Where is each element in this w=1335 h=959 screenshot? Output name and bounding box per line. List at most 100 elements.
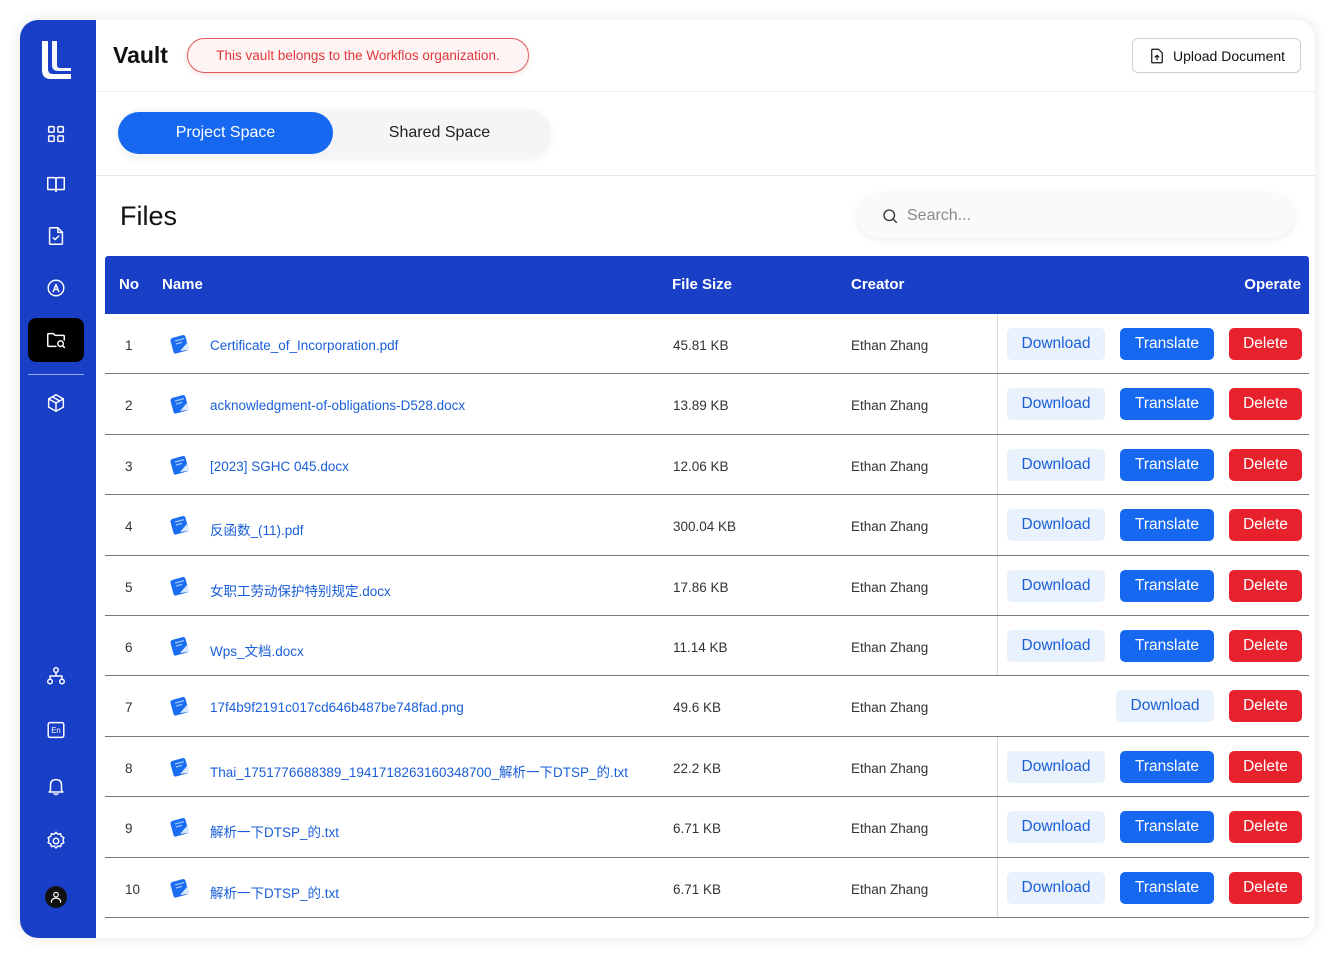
translate-button[interactable]: Translate [1120,871,1214,904]
file-name-link[interactable]: acknowledgment-of-obligations-D528.docx [210,398,465,413]
file-size: 6.71 KB [673,821,722,837]
file-name-link[interactable]: Thai_1751776688389_1941718263160348700_解… [210,761,628,781]
download-button[interactable]: Download [1007,871,1105,904]
file-name-link[interactable]: [2023] SGHC 045.docx [210,459,349,474]
translate-button[interactable]: Translate [1120,629,1214,662]
table-row: 9 解析一下DTSP_的.txt 6.71 KB Ethan Zhang Downloa… [105,797,1309,858]
download-button[interactable]: Download [1007,750,1105,783]
file-name-link[interactable]: Wps_文档.docx [210,640,304,660]
translate-button[interactable]: Translate [1120,569,1214,602]
document-icon [48,227,64,245]
org-chart-icon [47,667,65,685]
table-row: 5 女职工劳动保护特别规定.docx 17.86 KB Ethan Zhang Down… [105,555,1309,616]
delete-button[interactable]: Delete [1229,629,1302,662]
row-number: 7 [125,700,133,716]
delete-button[interactable]: Delete [1229,509,1302,542]
space-tabs: Project Space Shared Space [117,109,551,158]
file-creator: Ethan Zhang [851,398,929,414]
row-number: 6 [125,639,133,655]
column-separator [997,495,998,555]
table-body: 1 Certificate_of_Incorporation.pdf 45.81 K… [105,314,1309,918]
translate-button[interactable]: Translate [1120,509,1214,542]
sidebar-divider [28,374,84,375]
row-number: 5 [125,579,133,595]
delete-button[interactable]: Delete [1229,690,1302,723]
logo-l-icon[interactable] [39,39,73,81]
delete-button[interactable]: Delete [1229,448,1302,481]
en-icon: En [47,721,65,739]
row-number: 1 [125,338,133,353]
sidebar-item-language[interactable]: En [28,708,84,752]
tab-shared-space[interactable]: Shared Space [332,112,547,154]
tab-project-space[interactable]: Project Space [118,112,333,154]
page-header: Vault This vault belongs to the Workflos… [96,20,1315,92]
translate-button[interactable]: Translate [1120,388,1214,421]
upload-document-label: Upload Document [1172,47,1286,64]
upload-document-button[interactable]: Upload Document [1132,38,1301,73]
sidebar-item-notifications[interactable] [28,764,84,808]
grid-icon [47,125,65,143]
file-name-link[interactable]: 反函数_(11).pdf [210,519,304,539]
download-button[interactable]: Download [1007,448,1105,481]
column-separator [997,797,998,857]
sidebar-item-settings[interactable] [28,819,84,863]
translate-a-icon [47,279,65,297]
file-name-link[interactable]: 解析一下DTSP_的.txt [210,821,339,841]
file-creator: Ethan Zhang [851,458,929,474]
sidebar-item-organization[interactable] [28,654,84,698]
sidebar-item-vault[interactable] [28,318,84,362]
translate-button[interactable]: Translate [1120,750,1214,783]
column-separator [997,314,998,374]
file-size: 13.89 KB [673,398,729,414]
download-button[interactable]: Download [1007,629,1105,662]
delete-button[interactable]: Delete [1229,871,1302,904]
sidebar-item-packages[interactable] [28,381,84,425]
translate-button[interactable]: Translate [1120,448,1214,481]
file-size: 12.06 KB [673,458,729,474]
sidebar-item-translate[interactable] [28,266,84,310]
file-name-link[interactable]: 17f4b9f2191c017cd646b487be748fad.png [210,700,464,715]
delete-button[interactable]: Delete [1229,569,1302,602]
download-button[interactable]: Download [1007,509,1105,542]
search-input[interactable] [907,206,1267,225]
sidebar-item-library[interactable] [28,162,84,206]
sidebar-item-profile[interactable] [28,875,84,919]
table-row: 6 Wps_文档.docx 11.14 KB Ethan Zhang Download T… [105,615,1309,677]
column-header-file-size: File Size [672,276,733,293]
file-name-link[interactable]: 解析一下DTSP_的.txt [210,882,339,902]
delete-button[interactable]: Delete [1229,811,1302,844]
download-button[interactable]: Download [1007,328,1105,360]
column-header-creator: Creator [851,276,905,293]
download-button[interactable]: Download [1007,388,1105,421]
download-button[interactable]: Download [1116,690,1214,723]
file-name-link[interactable]: Certificate_of_Incorporation.pdf [210,338,398,353]
sidebar-item-dashboard[interactable] [28,112,84,156]
download-button[interactable]: Download [1007,811,1105,844]
row-number: 9 [125,821,133,837]
row-number: 3 [125,458,133,474]
table-row: 10 解析一下DTSP_的.txt 6.71 KB Ethan Zhang Downlo… [105,857,1309,918]
download-button[interactable]: Download [1007,569,1105,602]
translate-button[interactable]: Translate [1120,811,1214,844]
search-box [857,193,1294,238]
file-creator: Ethan Zhang [851,700,929,716]
gear-icon [47,831,65,849]
table-row: 8 Thai_1751776688389_1941718263160348700_… [105,736,1309,798]
file-creator: Ethan Zhang [851,821,929,837]
delete-button[interactable]: Delete [1229,388,1302,421]
row-number: 10 [125,881,141,897]
file-icon [169,514,191,536]
file-creator: Ethan Zhang [851,881,929,897]
column-separator [997,555,998,615]
bell-icon [48,778,64,796]
delete-button[interactable]: Delete [1229,328,1302,360]
sidebar-item-document[interactable] [28,214,84,258]
file-size: 300.04 KB [673,519,737,535]
sidebar: En [20,20,96,938]
table-row: 1 Certificate_of_Incorporation.pdf 45.81 K… [105,314,1309,375]
delete-button[interactable]: Delete [1229,750,1302,783]
folder-search-icon [47,332,66,349]
file-name-link[interactable]: 女职工劳动保护特别规定.docx [210,580,391,600]
page-title: Vault [113,42,168,68]
translate-button[interactable]: Translate [1120,328,1214,360]
